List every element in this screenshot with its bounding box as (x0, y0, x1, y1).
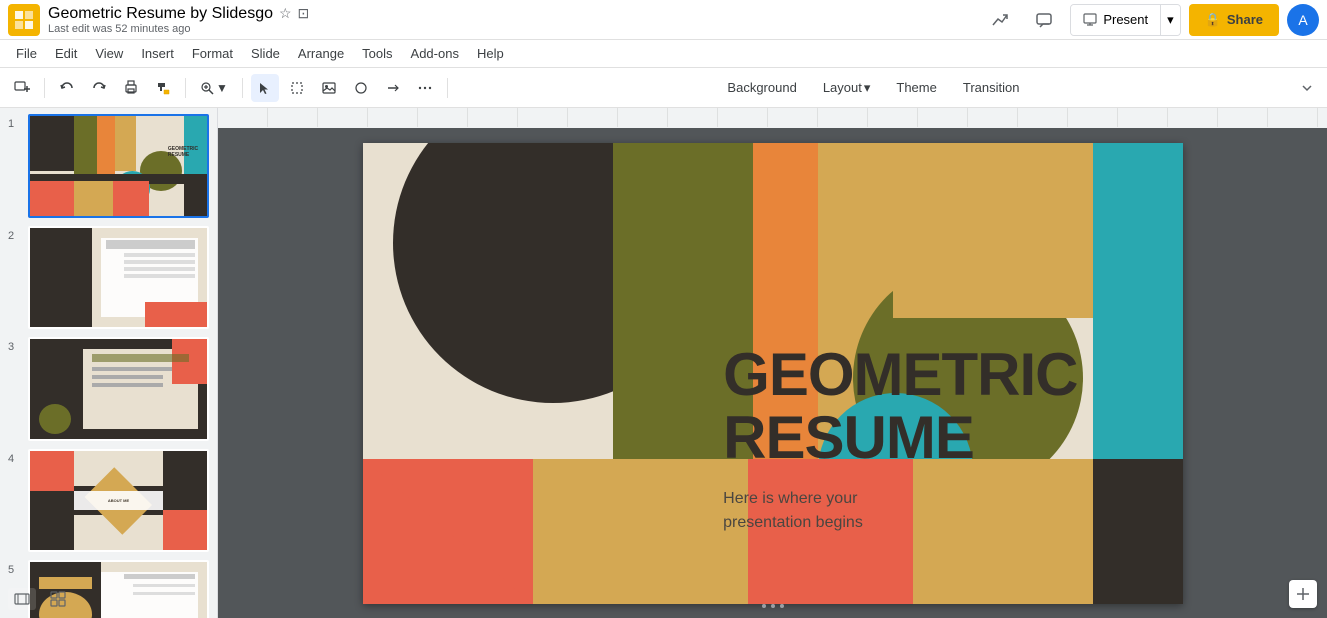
separator2 (185, 78, 186, 98)
slide-item-4[interactable]: 4 ABOUT ME (8, 447, 209, 555)
slide-panel: 1 GEO (0, 108, 218, 618)
thumb1-title: GEOMETRICRESUME (168, 146, 198, 158)
grid-view-button[interactable] (44, 588, 72, 610)
zoom-control[interactable]: ▼ (194, 79, 234, 97)
menu-insert[interactable]: Insert (133, 42, 182, 65)
last-edit-text: Last edit was 52 minutes ago (48, 23, 974, 35)
slide-num-4: 4 (8, 453, 22, 465)
cloud-save-icon[interactable]: ⊡ (298, 5, 310, 22)
slide-num-3: 3 (8, 341, 22, 353)
add-slide-button[interactable] (8, 74, 36, 102)
canvas-wrapper: GEOMETRIC RESUME Here is where yourprese… (218, 128, 1327, 618)
chat-icon[interactable] (1026, 2, 1062, 38)
menu-view[interactable]: View (87, 42, 131, 65)
present-main[interactable]: Present (1071, 5, 1160, 35)
view-toggles (8, 588, 72, 610)
separator3 (242, 78, 243, 98)
doc-title-area: Geometric Resume by Slidesgo ☆ ⊡ Last ed… (48, 5, 974, 35)
menu-arrange[interactable]: Arrange (290, 42, 352, 65)
slide-item-3[interactable]: 3 (8, 335, 209, 443)
slide-num-5: 5 (8, 564, 22, 576)
slide-subtitle: Here is where yourpresentation begins (723, 487, 1077, 535)
theme-button[interactable]: Theme (885, 75, 947, 100)
doc-title: Geometric Resume by Slidesgo (48, 5, 273, 23)
toolbar: ▼ Background Layout ▾ Theme Transition (0, 68, 1327, 108)
separator4 (447, 78, 448, 98)
add-shape-button[interactable] (1289, 580, 1317, 608)
menu-file[interactable]: File (8, 42, 45, 65)
slide-toolbar: Background Layout ▾ Theme Transition (716, 75, 1030, 101)
slide-thumb-4: ABOUT ME (28, 449, 209, 553)
image-tool[interactable] (315, 74, 343, 102)
slide-item-2[interactable]: 2 (8, 224, 209, 332)
redo-button[interactable] (85, 74, 113, 102)
user-avatar[interactable]: A (1287, 4, 1319, 36)
slide-thumb-2 (28, 226, 209, 330)
slide-main-title: GEOMETRIC RESUME Here is where yourprese… (723, 343, 1077, 535)
separator (44, 78, 45, 98)
analytics-icon[interactable] (982, 2, 1018, 38)
ruler-top (218, 108, 1327, 128)
title-line2: RESUME (723, 404, 974, 471)
menu-edit[interactable]: Edit (47, 42, 85, 65)
menu-addons[interactable]: Add-ons (403, 42, 467, 65)
star-icon[interactable]: ☆ (279, 5, 292, 22)
menu-tools[interactable]: Tools (354, 42, 400, 65)
line-tool[interactable] (379, 74, 407, 102)
layout-button[interactable]: Layout ▾ (812, 75, 882, 101)
collapse-panel-button[interactable] (1295, 76, 1319, 100)
share-label: Share (1227, 12, 1263, 27)
slide-num-2: 2 (8, 230, 22, 242)
share-lock-icon: 🔒 (1205, 12, 1221, 28)
slide-counter-dots (762, 604, 784, 608)
shape-tool[interactable] (347, 74, 375, 102)
editor-area: GEOMETRIC RESUME Here is where yourprese… (218, 108, 1327, 618)
cursor-tool[interactable] (251, 74, 279, 102)
menu-format[interactable]: Format (184, 42, 241, 65)
present-dropdown[interactable]: ▾ (1160, 5, 1180, 35)
menu-bar: File Edit View Insert Format Slide Arran… (0, 40, 1327, 68)
present-button[interactable]: Present ▾ (1070, 4, 1180, 36)
background-button[interactable]: Background (716, 75, 807, 100)
more-tools-button[interactable] (411, 74, 439, 102)
menu-help[interactable]: Help (469, 42, 512, 65)
slide-thumb-3 (28, 337, 209, 441)
slide-item-1[interactable]: 1 GEO (8, 112, 209, 220)
app-icon[interactable] (8, 4, 40, 36)
present-label: Present (1103, 12, 1148, 27)
top-right-actions: Present ▾ 🔒 Share A (982, 2, 1319, 38)
transition-button[interactable]: Transition (952, 75, 1031, 100)
select-tool[interactable] (283, 74, 311, 102)
undo-button[interactable] (53, 74, 81, 102)
title-line1: GEOMETRIC (723, 341, 1077, 408)
menu-slide[interactable]: Slide (243, 42, 288, 65)
share-button[interactable]: 🔒 Share (1189, 4, 1279, 36)
paint-format-button[interactable] (149, 74, 177, 102)
slide-canvas[interactable]: GEOMETRIC RESUME Here is where yourprese… (363, 143, 1183, 604)
slide-thumb-1: GEOMETRICRESUME (28, 114, 209, 218)
filmstrip-view-button[interactable] (8, 588, 36, 610)
print-button[interactable] (117, 74, 145, 102)
zoom-value: ▼ (216, 81, 228, 95)
main-area: 1 GEO (0, 108, 1327, 618)
slide-num-1: 1 (8, 118, 22, 130)
